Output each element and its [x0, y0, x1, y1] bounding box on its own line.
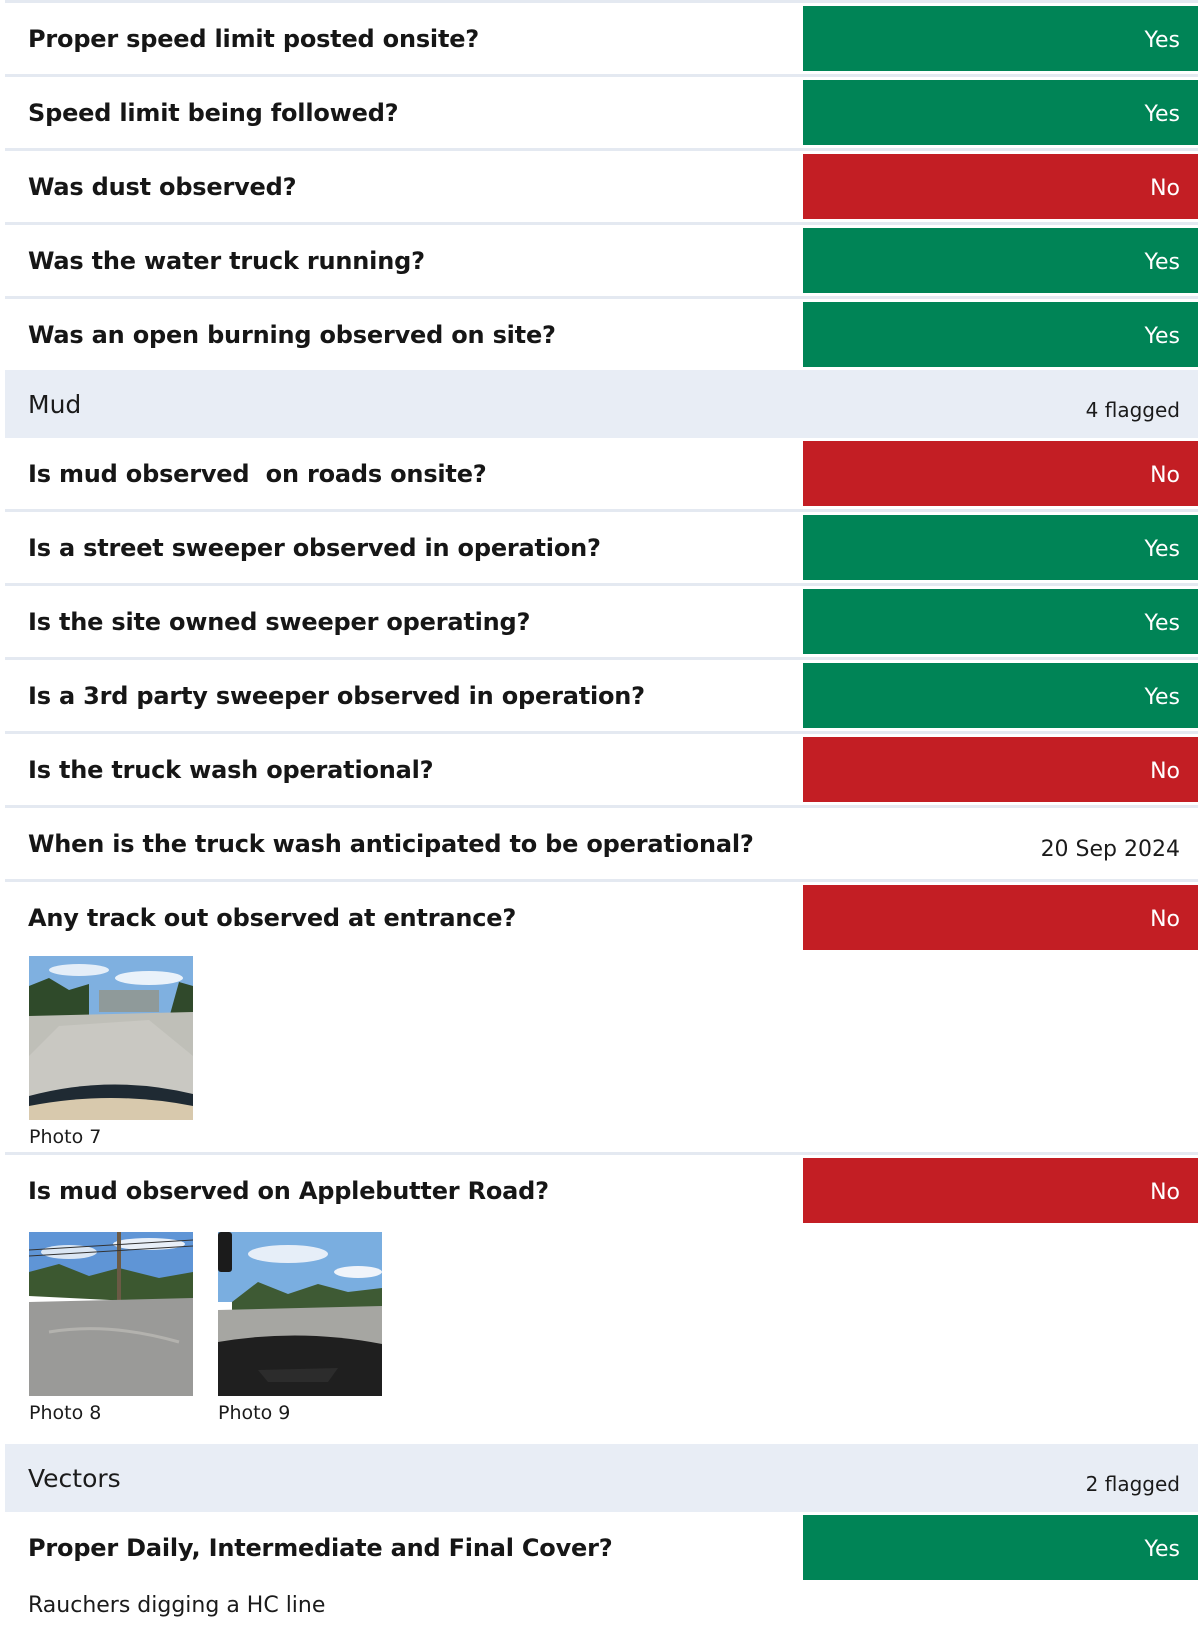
answer-date: 20 Sep 2024	[1040, 837, 1180, 862]
section-title: Mud	[28, 390, 82, 419]
photo-gallery: Photo 8 Photo 9	[5, 1226, 1198, 1444]
answer-no-badge[interactable]: No	[803, 737, 1198, 802]
photo-caption: Photo 7	[29, 1126, 102, 1148]
question-row: Proper Daily, Intermediate and Final Cov…	[5, 1512, 1198, 1583]
photo-image	[29, 956, 193, 1120]
question-row: Is mud observed on roads onsite? No	[5, 438, 1198, 509]
question-row: Was dust observed? No	[5, 151, 1198, 222]
answer-no-badge[interactable]: No	[803, 1158, 1198, 1223]
question-row: Was an open burning observed on site? Ye…	[5, 299, 1198, 370]
answer-yes-badge[interactable]: Yes	[803, 6, 1198, 71]
question-row: Is the truck wash operational? No	[5, 734, 1198, 805]
photo-caption: Photo 9	[218, 1402, 291, 1424]
answer-yes-badge[interactable]: Yes	[803, 302, 1198, 367]
photo-thumbnail[interactable]: Photo 9	[218, 1232, 382, 1424]
question-label: Is a street sweeper observed in operatio…	[28, 533, 601, 562]
photo-caption: Photo 8	[29, 1402, 102, 1424]
question-label: Is mud observed on roads onsite?	[28, 459, 487, 488]
section-header-vectors[interactable]: Vectors 2 flagged	[5, 1444, 1198, 1512]
inspection-report: Proper speed limit posted onsite? Yes Sp…	[5, 0, 1198, 1643]
question-label: Is mud observed on Applebutter Road?	[28, 1176, 549, 1205]
answer-yes-badge[interactable]: Yes	[803, 80, 1198, 145]
question-row: Any track out observed at entrance? No	[5, 882, 1198, 953]
flagged-count: 4 flagged	[1085, 398, 1180, 422]
answer-no-badge[interactable]: No	[803, 154, 1198, 219]
answer-yes-badge[interactable]: Yes	[803, 515, 1198, 580]
question-label: Was dust observed?	[28, 172, 297, 201]
question-row: Was the water truck running? Yes	[5, 225, 1198, 296]
question-label: When is the truck wash anticipated to be…	[28, 829, 754, 858]
question-label: Proper speed limit posted onsite?	[28, 24, 480, 53]
question-label: Is a 3rd party sweeper observed in opera…	[28, 681, 645, 710]
question-row: Proper speed limit posted onsite? Yes	[5, 3, 1198, 74]
question-row: When is the truck wash anticipated to be…	[5, 808, 1198, 879]
question-label: Any track out observed at entrance?	[28, 903, 517, 932]
photo-gallery: Photo 7	[5, 953, 1198, 1152]
answer-yes-badge[interactable]: Yes	[803, 1515, 1198, 1580]
answer-no-badge[interactable]: No	[803, 885, 1198, 950]
photo-image	[29, 1232, 193, 1396]
question-label: Is the truck wash operational?	[28, 755, 434, 784]
question-label: Proper Daily, Intermediate and Final Cov…	[28, 1533, 613, 1562]
answer-yes-badge[interactable]: Yes	[803, 228, 1198, 293]
question-row: Is a 3rd party sweeper observed in opera…	[5, 660, 1198, 731]
question-label: Is the site owned sweeper operating?	[28, 607, 531, 636]
section-header-mud[interactable]: Mud 4 flagged	[5, 370, 1198, 438]
photo-thumbnail[interactable]: Photo 8	[29, 1232, 193, 1424]
question-label: Speed limit being followed?	[28, 98, 399, 127]
answer-no-badge[interactable]: No	[803, 441, 1198, 506]
answer-note: Rauchers digging a HC line	[28, 1593, 326, 1618]
section-title: Vectors	[28, 1464, 121, 1493]
answer-yes-badge[interactable]: Yes	[803, 663, 1198, 728]
question-row: Is the site owned sweeper operating? Yes	[5, 586, 1198, 657]
question-row: Is mud observed on Applebutter Road? No	[5, 1155, 1198, 1226]
photo-image	[218, 1232, 382, 1396]
question-row: Speed limit being followed? Yes	[5, 77, 1198, 148]
note-container: Rauchers digging a HC line	[5, 1583, 1198, 1643]
answer-yes-badge[interactable]: Yes	[803, 589, 1198, 654]
question-label: Was the water truck running?	[28, 246, 425, 275]
flagged-count: 2 flagged	[1085, 1472, 1180, 1496]
question-label: Was an open burning observed on site?	[28, 320, 556, 349]
photo-thumbnail[interactable]: Photo 7	[29, 956, 193, 1148]
question-row: Is a street sweeper observed in operatio…	[5, 512, 1198, 583]
